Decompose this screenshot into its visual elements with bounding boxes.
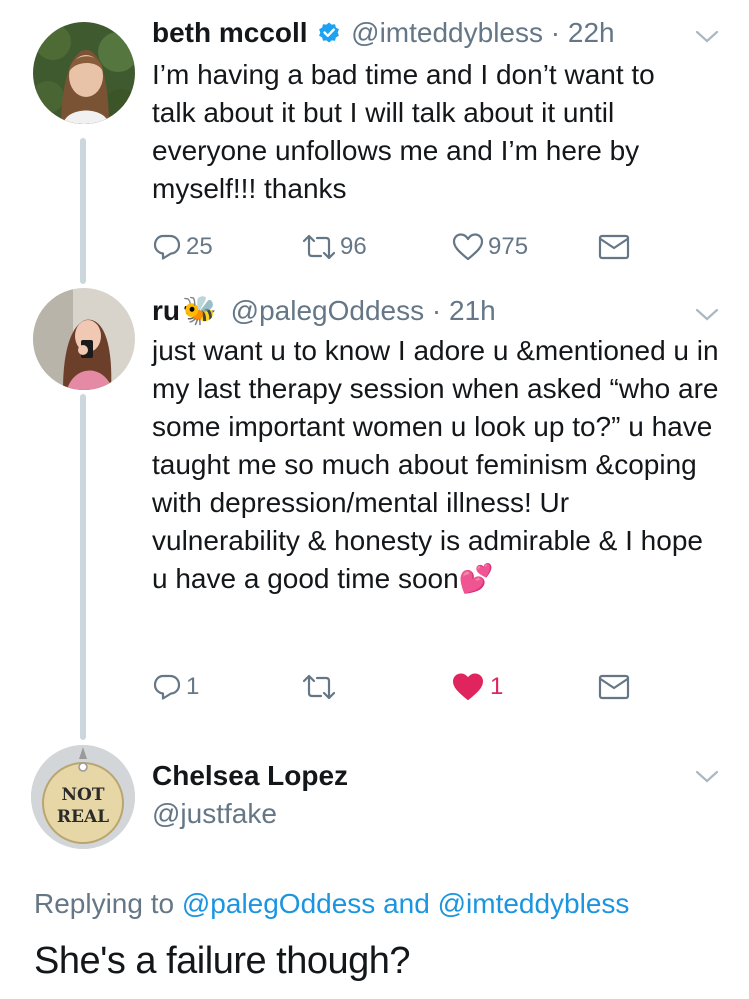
like-button[interactable]: 1 [452, 672, 503, 702]
like-count: 1 [490, 673, 504, 700]
display-name[interactable]: beth mccoll [152, 17, 308, 48]
avatar[interactable]: NOT REAL [31, 745, 135, 849]
avatar-text-real: REAL [57, 807, 109, 827]
like-icon [452, 233, 484, 261]
reply-button[interactable]: 1 [152, 672, 199, 702]
reply-display-name[interactable]: Chelsea Lopez [152, 760, 348, 792]
retweet-count: 96 [340, 233, 367, 260]
handle[interactable]: @imteddybless [351, 17, 543, 48]
like-count: 975 [488, 233, 529, 260]
reply-count: 1 [186, 673, 200, 700]
hearts-emoji: 💕 [458, 563, 494, 594]
chevron-down-icon[interactable] [694, 768, 720, 786]
retweet-button[interactable] [300, 672, 338, 702]
message-button[interactable] [598, 674, 630, 700]
reply-icon [153, 234, 181, 260]
reply-handle[interactable]: @justfake [152, 798, 277, 830]
like-icon [453, 673, 483, 700]
handle[interactable]: @palegOddess [231, 295, 424, 326]
timestamp[interactable]: 22h [568, 17, 615, 48]
reply-text: She's a failure though? [34, 940, 411, 982]
retweet-button[interactable]: 96 [300, 232, 367, 262]
avatar-text-not: NOT [62, 785, 105, 805]
chevron-down-icon[interactable] [694, 306, 720, 324]
tweet-header: beth mccoll @imteddybless · 22h [152, 16, 615, 53]
message-button[interactable] [598, 234, 630, 260]
mention-palegoddess[interactable]: @palegOddess [182, 888, 375, 919]
tweet-header: ru🐝 @palegOddess · 21h [152, 295, 496, 326]
bee-emoji: 🐝 [182, 295, 217, 326]
thread-line [80, 394, 86, 740]
reply-icon [153, 674, 181, 700]
retweet-icon [302, 674, 336, 700]
display-name[interactable]: ru [152, 295, 180, 326]
message-icon [598, 234, 630, 260]
avatar[interactable] [33, 288, 135, 390]
thread-line [80, 138, 86, 284]
reply-button[interactable]: 25 [152, 232, 213, 262]
like-button[interactable]: 975 [452, 232, 528, 262]
message-icon [598, 674, 630, 700]
timestamp[interactable]: 21h [449, 295, 496, 326]
retweet-icon [302, 234, 336, 260]
tweet-text: I’m having a bad time and I don’t want t… [152, 59, 655, 204]
tweet-text: just want u to know I adore u &mentioned… [152, 335, 719, 594]
reply-count: 25 [186, 233, 213, 260]
chevron-down-icon[interactable] [694, 28, 720, 46]
replying-to: Replying to @palegOddess and @imteddyble… [34, 888, 630, 919]
mention-imteddybless[interactable]: @imteddybless [438, 888, 630, 919]
avatar[interactable] [33, 22, 135, 124]
verified-icon [317, 19, 341, 53]
